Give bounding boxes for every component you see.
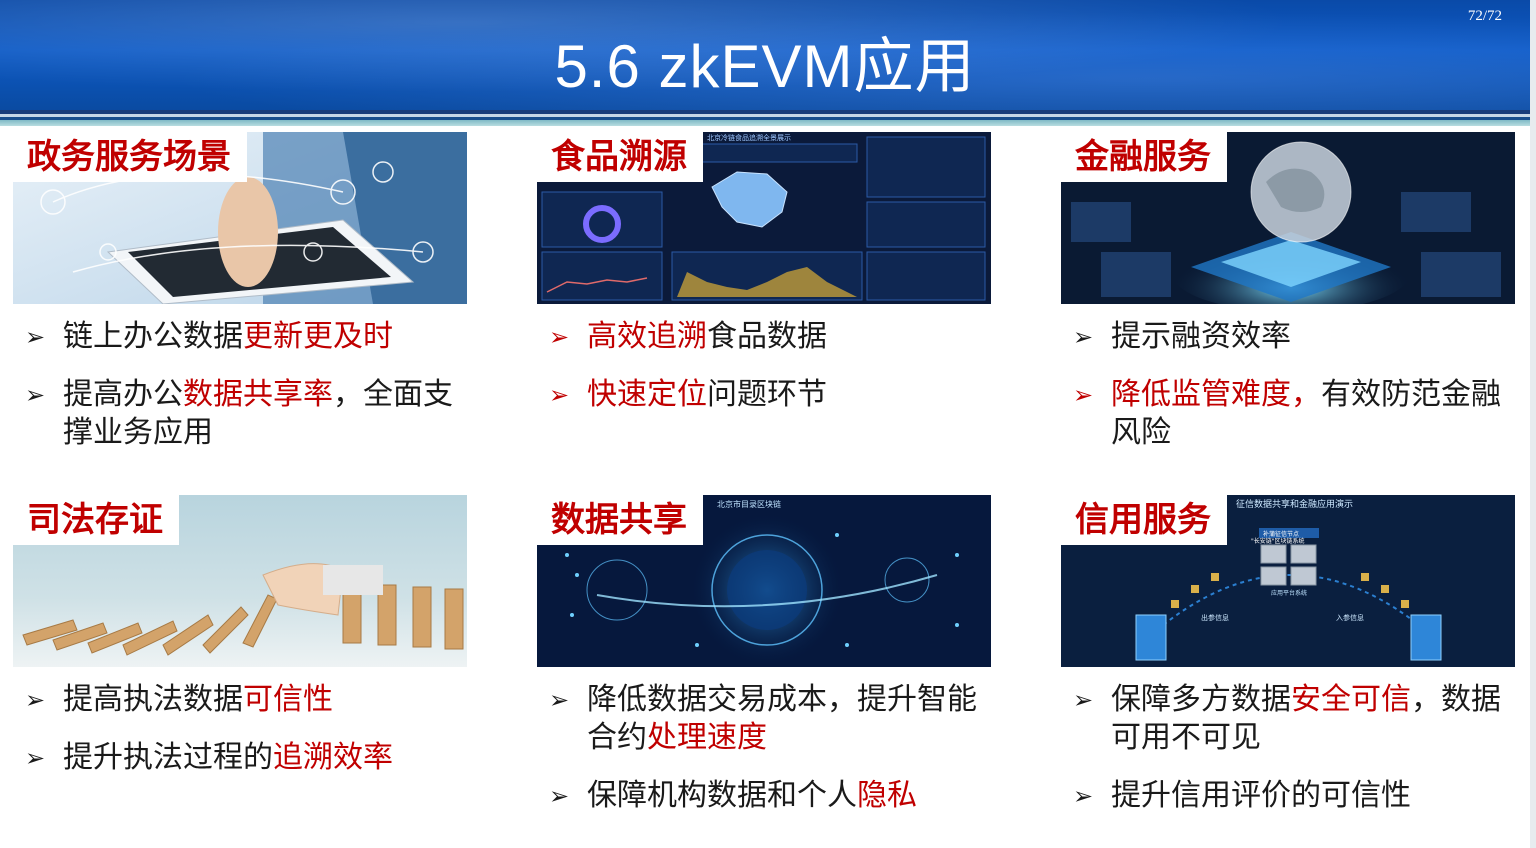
card-label: 数据共享 [537,495,703,545]
bullet-list: ➢ 高效追溯食品数据 ➢ 快速定位问题环节 [547,318,997,434]
bullet-item: ➢ 提示融资效率 [1071,318,1521,356]
arrow-bullet-icon: ➢ [549,381,570,409]
bullet-text: 保障机构数据和个人 [587,778,857,813]
bullet-item: ➢ 降低数据交易成本，提升智能合约处理速度 [547,681,997,757]
bullet-item: ➢ 快速定位问题环节 [547,376,997,414]
data-share-title: 北京市目录区块链 [717,499,781,509]
bullet-text: 提高执法数据 [63,682,243,717]
arrow-bullet-icon: ➢ [25,744,46,772]
bullet-highlight: 可信性 [243,682,333,717]
card-label: 金融服务 [1061,132,1227,182]
bullet-text: 保障多方数据 [1111,682,1291,717]
bullet-highlight: 快速定位 [587,377,707,412]
header-divider [0,120,1530,126]
dashboard-title: 北京冷链食品追溯全景展示 [707,133,791,142]
bullet-list: ➢ 提示融资效率 ➢ 降低监管难度，有效防范金融风险 [1071,318,1521,472]
bullet-text: 链上办公数据 [63,319,243,354]
bullet-text: 问题环节 [707,377,827,412]
bullet-text: 提高办公 [63,377,183,412]
credit-out-label: 出参信息 [1201,613,1229,622]
arrow-bullet-icon: ➢ [1073,381,1094,409]
arrow-bullet-icon: ➢ [25,686,46,714]
bullet-text: 食品数据 [707,319,827,354]
card-label: 信用服务 [1061,495,1227,545]
page-number: 72/72 [1467,8,1502,24]
bullet-text: 降低数据交易成本，提升智能合约 [587,682,977,755]
arrow-bullet-icon: ➢ [25,323,46,351]
credit-platform-label: 应用平台系统 [1271,589,1307,597]
credit-node-label: 补蒲征信节点 [1263,530,1299,538]
bullet-list: ➢ 降低数据交易成本，提升智能合约处理速度 ➢ 保障机构数据和个人隐私 [547,681,997,835]
bullet-highlight: 数据共享率 [183,377,333,412]
card-label: 司法存证 [13,495,179,545]
bullet-list: ➢ 提高执法数据可信性 ➢ 提升执法过程的追溯效率 [23,681,473,797]
bullet-item: ➢ 提高办公数据共享率，全面支撑业务应用 [23,376,473,452]
bullet-list: ➢ 链上办公数据更新更及时 ➢ 提高办公数据共享率，全面支撑业务应用 [23,318,473,472]
arrow-bullet-icon: ➢ [25,381,46,409]
credit-demo-title: 征信数据共享和金融应用演示 [1236,498,1353,510]
bullet-highlight: 处理速度 [647,720,767,755]
credit-in-label: 入参信息 [1336,613,1364,622]
bullet-item: ➢ 链上办公数据更新更及时 [23,318,473,356]
bullet-highlight: 追溯效率 [273,740,393,775]
credit-chain-label: "长安链"区块链系统 [1251,537,1305,545]
slide-title: 5.6 zkEVM应用 [554,33,976,100]
title-banner: 5.6 zkEVM应用 72/72 [0,0,1530,112]
bullet-item: ➢ 提升信用评价的可信性 [1071,777,1521,815]
bullet-list: ➢ 保障多方数据安全可信，数据可用不可见 ➢ 提升信用评价的可信性 [1071,681,1521,835]
bullet-highlight: 更新更及时 [243,319,393,354]
bullet-item: ➢ 保障机构数据和个人隐私 [547,777,997,815]
bullet-text: 提升信用评价的可信性 [1111,778,1411,813]
arrow-bullet-icon: ➢ [549,323,570,351]
card-label: 政务服务场景 [13,132,247,182]
bullet-text: 提示融资效率 [1111,319,1291,354]
window-edge [1530,0,1536,848]
bullet-highlight: 隐私 [857,778,917,813]
arrow-bullet-icon: ➢ [1073,686,1094,714]
bullet-highlight: 高效追溯 [587,319,707,354]
arrow-bullet-icon: ➢ [549,686,570,714]
bullet-text: 提升执法过程的 [63,740,273,775]
bullet-item: ➢ 降低监管难度，有效防范金融风险 [1071,376,1521,452]
bullet-highlight: 安全可信 [1291,682,1411,717]
bullet-item: ➢ 提升执法过程的追溯效率 [23,739,473,777]
arrow-bullet-icon: ➢ [1073,323,1094,351]
arrow-bullet-icon: ➢ [549,782,570,810]
bullet-item: ➢ 保障多方数据安全可信，数据可用不可见 [1071,681,1521,757]
card-label: 食品溯源 [537,132,703,182]
bullet-item: ➢ 提高执法数据可信性 [23,681,473,719]
bullet-highlight: 降低监管难度， [1111,377,1321,412]
bullet-item: ➢ 高效追溯食品数据 [547,318,997,356]
arrow-bullet-icon: ➢ [1073,782,1094,810]
